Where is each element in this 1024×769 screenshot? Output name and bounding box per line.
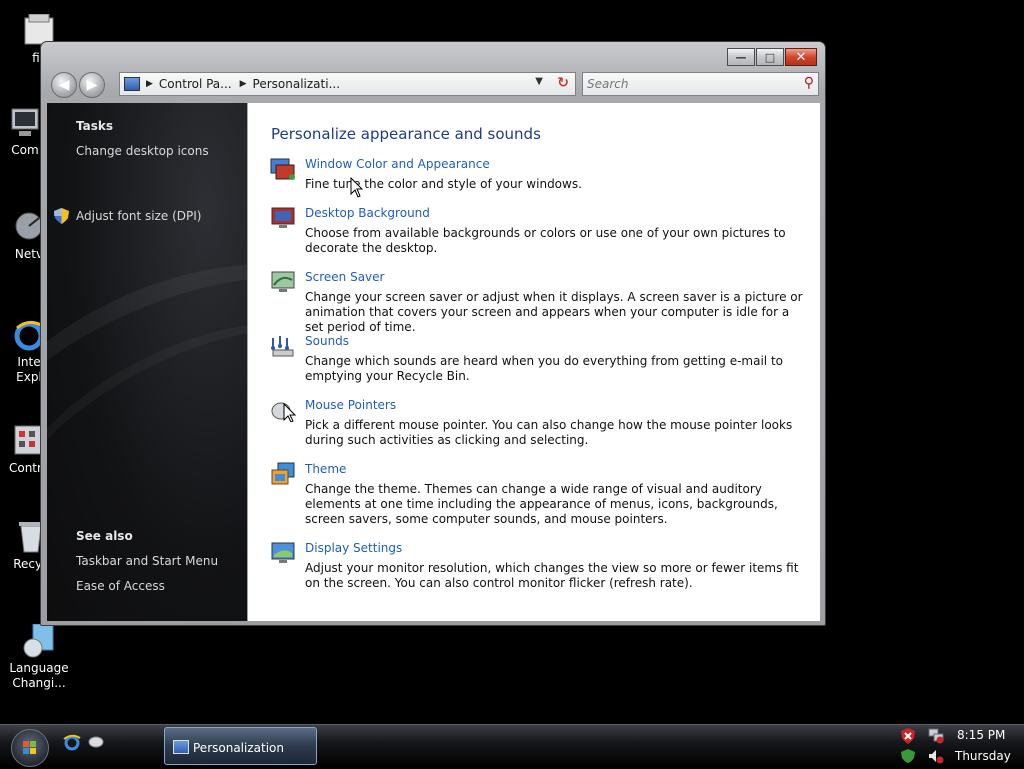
language-changer-icon [23, 623, 55, 658]
caption-buttons: — □ ✕ [727, 48, 817, 66]
task-change-desktop-icons[interactable]: Change desktop icons [76, 144, 209, 158]
minimize-icon: — [735, 50, 747, 64]
page-title: Personalize appearance and sounds [271, 125, 541, 143]
windows-logo-icon [23, 741, 36, 754]
computer-icon [9, 106, 41, 140]
item-description: Change the theme. Themes can change a wi… [305, 482, 778, 526]
link-mouse-pointers[interactable]: Mouse Pointers [305, 398, 396, 412]
screen-saver-icon [271, 271, 295, 292]
search-input[interactable] [587, 76, 787, 92]
system-tray: 8:15 PM Thursday [895, 725, 1024, 769]
network-disconnected-icon[interactable] [928, 728, 944, 744]
minimize-button[interactable]: — [727, 48, 755, 66]
link-ease-of-access[interactable]: Ease of Access [76, 579, 165, 593]
search-icon[interactable]: ⚲ [804, 75, 814, 91]
taskbar-item-label: Personalization [193, 741, 284, 755]
link-screen-saver[interactable]: Screen Saver [305, 270, 384, 284]
navigation-bar: ◀ ▶ ▶ Control Pa... ▶ Personalizati... ▼… [47, 68, 819, 102]
refresh-icon[interactable]: ↻ [557, 75, 569, 91]
windows-defender-icon[interactable] [900, 748, 916, 764]
link-window-color-and-appearance[interactable]: Window Color and Appearance [305, 157, 490, 171]
address-dropdown-icon[interactable]: ▼ [535, 76, 543, 87]
uac-shield-icon [54, 208, 69, 224]
link-theme[interactable]: Theme [305, 462, 346, 476]
mouse-pointers-icon [271, 402, 296, 422]
back-button[interactable]: ◀ [51, 72, 77, 98]
maximize-icon: □ [764, 50, 776, 64]
taskbar-item-personalization[interactable]: Personalization [164, 727, 317, 765]
show-desktop-icon[interactable] [87, 733, 105, 751]
desktop-icon-label: Language Changi... [9, 661, 69, 690]
link-desktop-background[interactable]: Desktop Background [305, 206, 430, 220]
start-button[interactable] [11, 729, 49, 767]
item-description: Fine tune the color and style of your wi… [305, 177, 582, 191]
back-arrow-icon: ◀ [58, 77, 70, 93]
desktop-icon-language-changer[interactable]: Language Changi... [4, 623, 74, 691]
security-alert-icon[interactable] [900, 728, 916, 744]
control-panel-icon [173, 740, 189, 754]
link-display-settings[interactable]: Display Settings [305, 541, 402, 555]
main-content: Personalize appearance and sounds Window… [248, 103, 820, 621]
search-box[interactable]: ⚲ [582, 72, 819, 96]
volume-muted-icon[interactable] [928, 748, 944, 764]
breadcrumb-personalization[interactable]: Personalizati... [253, 77, 340, 91]
desktop: fis Com Netv Inte Expl Contro Recyc Lang… [0, 0, 1024, 724]
clock-time[interactable]: 8:15 PM [957, 728, 1005, 742]
personalization-window: — □ ✕ ◀ ▶ ▶ Control Pa... ▶ Personalizat… [40, 41, 826, 626]
breadcrumb-separator-icon[interactable]: ▶ [146, 79, 153, 89]
close-button[interactable]: ✕ [785, 48, 817, 66]
display-settings-icon [271, 542, 295, 563]
breadcrumb-separator-icon[interactable]: ▶ [240, 79, 247, 89]
forward-arrow-icon: ▶ [86, 77, 98, 93]
breadcrumb-control-panel[interactable]: Control Pa... [159, 77, 232, 91]
tasks-pane: Tasks Change desktop icons Adjust font s… [47, 103, 247, 621]
link-sounds[interactable]: Sounds [305, 334, 349, 348]
maximize-button[interactable]: □ [756, 48, 784, 66]
link-taskbar-start-menu[interactable]: Taskbar and Start Menu [76, 554, 218, 568]
task-adjust-font-size[interactable]: Adjust font size (DPI) [76, 209, 201, 223]
item-description: Change your screen saver or adjust when … [305, 290, 803, 334]
tasks-heading: Tasks [76, 119, 114, 133]
control-panel-icon [124, 77, 140, 91]
item-description: Choose from available backgrounds or col… [305, 226, 786, 255]
window-color-icon [270, 158, 295, 180]
forward-button[interactable]: ▶ [79, 72, 105, 98]
taskbar: Personalization 8:15 PM Thursday [0, 724, 1024, 768]
close-icon: ✕ [795, 49, 807, 65]
item-description: Adjust your monitor resolution, which ch… [305, 561, 799, 590]
sounds-icon [271, 336, 294, 357]
desktop-background-icon [271, 207, 295, 228]
clock-day[interactable]: Thursday [955, 749, 1011, 763]
see-also-heading: See also [76, 529, 133, 543]
internet-explorer-icon[interactable] [63, 733, 81, 751]
address-bar[interactable]: ▶ Control Pa... ▶ Personalizati... ▼ ↻ [119, 72, 576, 96]
mouse-cursor-icon [350, 177, 364, 198]
item-description: Change which sounds are heard when you d… [305, 354, 783, 383]
item-description: Pick a different mouse pointer. You can … [305, 418, 793, 447]
theme-icon [271, 462, 295, 485]
